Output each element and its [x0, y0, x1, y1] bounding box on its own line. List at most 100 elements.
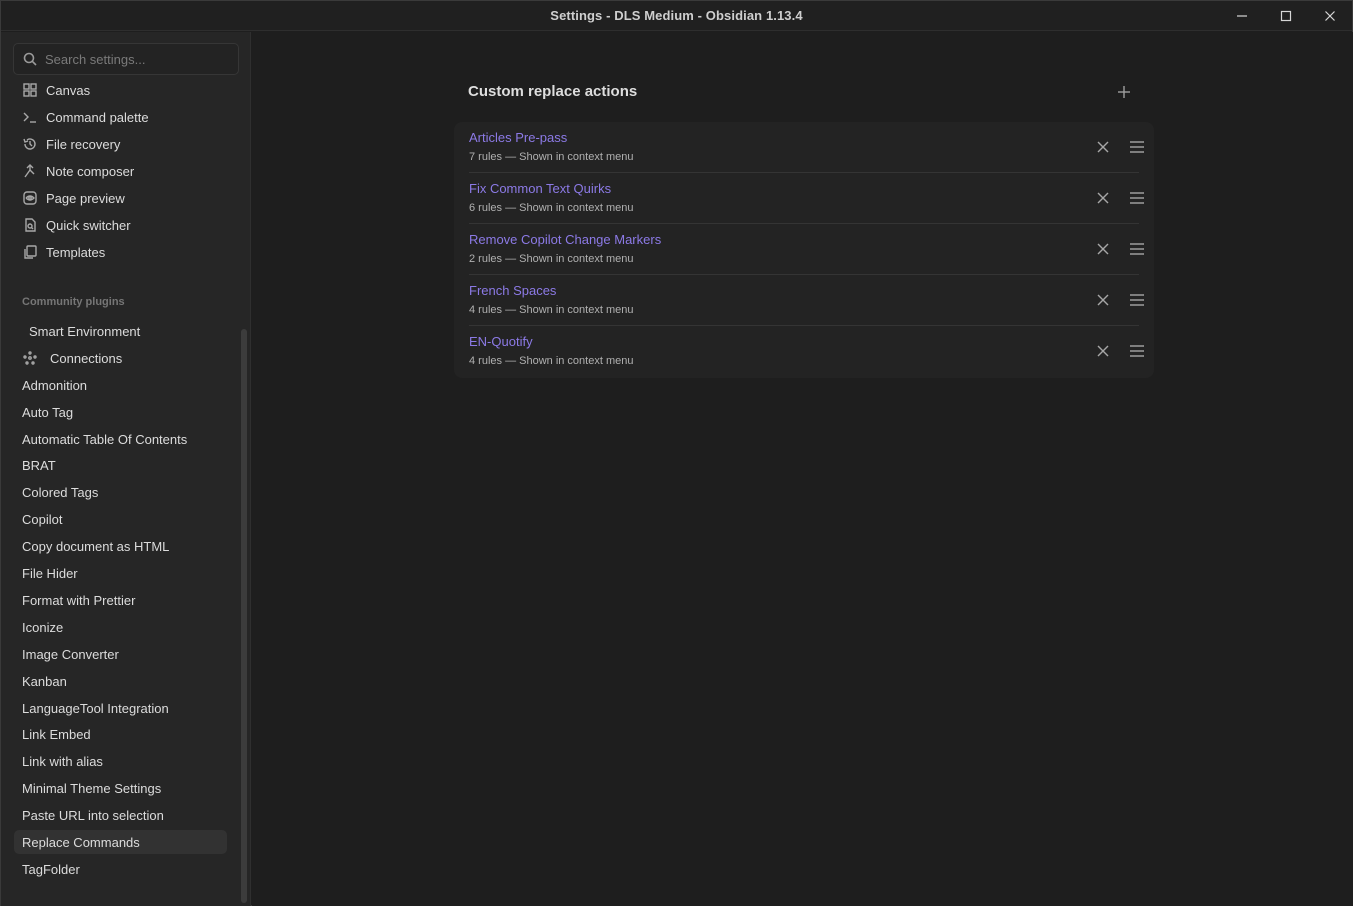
sidebar-item-minimal-theme-settings[interactable]: Minimal Theme Settings: [14, 776, 227, 800]
sidebar-item-admonition[interactable]: Admonition: [14, 373, 227, 397]
sidebar-item-label: Format with Prettier: [22, 592, 136, 608]
drag-handle[interactable]: [1126, 289, 1148, 311]
action-name[interactable]: Remove Copilot Change Markers: [469, 232, 661, 247]
sidebar-item-command-palette[interactable]: Command palette: [14, 105, 227, 129]
sidebar-item-auto-tag[interactable]: Auto Tag: [14, 400, 227, 424]
sidebar-item-label: Automatic Table Of Contents: [22, 431, 188, 447]
sidebar-item-label: Auto Tag: [22, 404, 74, 420]
sidebar-item-label: Quick switcher: [46, 217, 131, 233]
sidebar-item-format-with-prettier[interactable]: Format with Prettier: [14, 588, 227, 612]
search-input[interactable]: [45, 51, 215, 67]
community-plugins-heading: Community plugins: [22, 296, 125, 308]
sidebar-item-label: Note composer: [46, 163, 135, 179]
drag-handle[interactable]: [1126, 238, 1148, 260]
sidebar-item-label: Paste URL into selection: [22, 807, 164, 823]
action-description: 2 rules — Shown in context menu: [469, 253, 634, 265]
sidebar-item-label: Admonition: [22, 377, 88, 393]
sidebar-item-connections[interactable]: Connections: [14, 346, 227, 370]
action-description: 7 rules — Shown in context menu: [469, 151, 634, 163]
close-window-button[interactable]: [1308, 1, 1352, 31]
drag-handle[interactable]: [1126, 340, 1148, 362]
sidebar-item-smart-environment[interactable]: Smart Environment: [14, 319, 227, 343]
sidebar-item-label: Iconize: [22, 619, 64, 635]
sidebar-item-iconize[interactable]: Iconize: [14, 615, 227, 639]
sidebar-item-page-preview[interactable]: Page preview: [14, 186, 227, 210]
sidebar-item-quick-switcher[interactable]: Quick switcher: [14, 213, 227, 237]
sidebar-item-brat[interactable]: BRAT: [14, 453, 227, 477]
sidebar-item-label: File recovery: [46, 136, 121, 152]
list-item: Articles Pre-pass 7 rules — Shown in con…: [469, 122, 1144, 173]
sidebar-item-label: Image Converter: [22, 646, 119, 662]
list-item: French Spaces 4 rules — Shown in context…: [469, 275, 1144, 326]
sidebar-item-paste-url-into-selection[interactable]: Paste URL into selection: [14, 803, 227, 827]
search-icon: [23, 52, 37, 66]
action-name[interactable]: Fix Common Text Quirks: [469, 181, 611, 196]
file-search-icon: [22, 217, 38, 233]
delete-action-button[interactable]: [1092, 136, 1114, 158]
sidebar-item-label: Connections: [50, 350, 123, 366]
menu-icon: [1130, 141, 1144, 153]
title-bar: Settings - DLS Medium - Obsidian 1.13.4: [1, 1, 1352, 31]
delete-action-button[interactable]: [1092, 289, 1114, 311]
action-name[interactable]: Articles Pre-pass: [469, 130, 567, 145]
sidebar-item-label: Canvas: [46, 82, 91, 98]
delete-action-button[interactable]: [1092, 238, 1114, 260]
sidebar-item-label: Link Embed: [22, 726, 91, 742]
sidebar-item-replace-commands[interactable]: Replace Commands: [14, 830, 227, 854]
close-icon: [1097, 345, 1109, 357]
sidebar-item-colored-tags[interactable]: Colored Tags: [14, 480, 227, 504]
minimize-button[interactable]: [1220, 1, 1264, 31]
copy-icon: [22, 244, 38, 260]
sidebar-scrollbar[interactable]: [241, 329, 247, 903]
add-action-button[interactable]: [1112, 81, 1136, 103]
sidebar-item-tagfolder[interactable]: TagFolder: [14, 857, 227, 881]
sidebar-item-link-embed[interactable]: Link Embed: [14, 722, 227, 746]
grid-icon: [22, 82, 38, 98]
history-icon: [22, 136, 38, 152]
action-name[interactable]: French Spaces: [469, 283, 556, 298]
sidebar-item-label: Copy document as HTML: [22, 538, 170, 554]
sidebar-item-label: LanguageTool Integration: [22, 700, 169, 716]
sidebar-item-canvas[interactable]: Canvas: [14, 78, 227, 102]
sidebar-item-label: Templates: [46, 244, 106, 260]
sidebar-item-label: Link with alias: [22, 753, 103, 769]
sidebar-item-languagetool-integration[interactable]: LanguageTool Integration: [14, 696, 227, 720]
maximize-button[interactable]: [1264, 1, 1308, 31]
sidebar-item-copy-document-as-html[interactable]: Copy document as HTML: [14, 534, 227, 558]
action-description: 4 rules — Shown in context menu: [469, 304, 634, 316]
settings-sidebar: Canvas Command palette File recovery Not…: [1, 32, 251, 906]
window-title: Settings - DLS Medium - Obsidian 1.13.4: [550, 8, 803, 23]
sidebar-item-link-with-alias[interactable]: Link with alias: [14, 749, 227, 773]
action-description: 6 rules — Shown in context menu: [469, 202, 634, 214]
sidebar-item-label: Command palette: [46, 109, 149, 125]
settings-window: Settings - DLS Medium - Obsidian 1.13.4 …: [0, 0, 1353, 906]
plus-icon: [1118, 86, 1130, 98]
sidebar-item-label: Minimal Theme Settings: [22, 780, 162, 796]
sidebar-item-image-converter[interactable]: Image Converter: [14, 642, 227, 666]
menu-icon: [1130, 294, 1144, 306]
action-description: 4 rules — Shown in context menu: [469, 355, 634, 367]
maximize-icon: [1280, 10, 1292, 22]
sidebar-item-label: Copilot: [22, 511, 63, 527]
drag-handle[interactable]: [1126, 136, 1148, 158]
delete-action-button[interactable]: [1092, 340, 1114, 362]
merge-icon: [22, 163, 38, 179]
close-icon: [1325, 11, 1335, 21]
drag-handle[interactable]: [1126, 187, 1148, 209]
sidebar-item-file-recovery[interactable]: File recovery: [14, 132, 227, 156]
minimize-icon: [1237, 15, 1247, 17]
section-title: Custom replace actions: [468, 83, 638, 100]
sidebar-item-templates[interactable]: Templates: [14, 240, 227, 264]
sidebar-item-automatic-table-of-contents[interactable]: Automatic Table Of Contents: [14, 427, 227, 451]
sidebar-item-copilot[interactable]: Copilot: [14, 507, 227, 531]
list-item: EN-Quotify 4 rules — Shown in context me…: [469, 326, 1144, 377]
menu-icon: [1130, 192, 1144, 204]
sidebar-item-label: Smart Environment: [29, 323, 141, 339]
delete-action-button[interactable]: [1092, 187, 1114, 209]
sidebar-item-label: Kanban: [22, 673, 67, 689]
action-name[interactable]: EN-Quotify: [469, 334, 533, 349]
settings-content: Custom replace actions Articles Pre-pass…: [252, 32, 1353, 906]
sidebar-item-note-composer[interactable]: Note composer: [14, 159, 227, 183]
sidebar-item-kanban[interactable]: Kanban: [14, 669, 227, 693]
sidebar-item-file-hider[interactable]: File Hider: [14, 561, 227, 585]
